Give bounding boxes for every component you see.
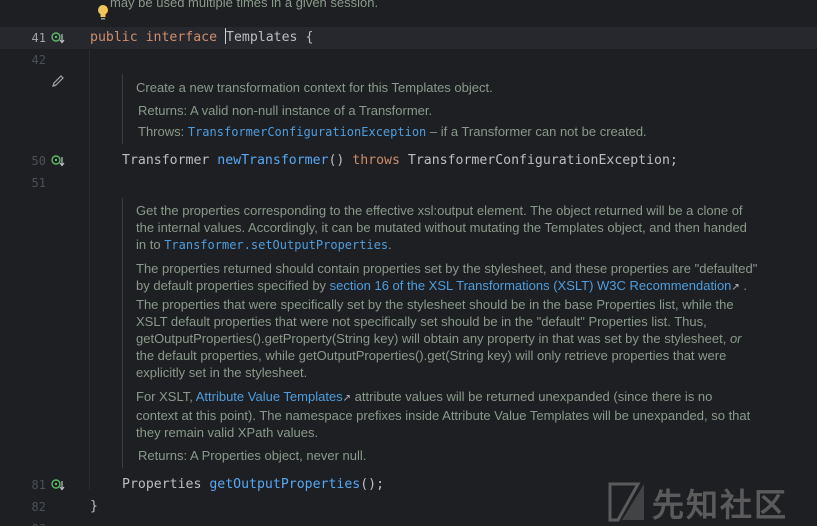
- code-line-50[interactable]: Transformer newTransformer() throws Tran…: [122, 150, 678, 172]
- returns-text: A Properties object, never null.: [190, 448, 367, 463]
- keyword-interface: interface: [145, 30, 218, 45]
- close-brace: }: [90, 499, 98, 514]
- watermark-text: 先知社区: [652, 486, 789, 524]
- line-number-83: 83: [0, 518, 46, 526]
- return-type[interactable]: Transformer: [122, 153, 209, 168]
- doc-text: .: [388, 237, 392, 252]
- returns-text: A valid non-null instance of a Transform…: [190, 103, 433, 118]
- method-name[interactable]: newTransformer: [217, 153, 328, 168]
- doc-paragraph-1: Get the properties corresponding to the …: [136, 202, 756, 254]
- throws-text: – if a Transformer can not be created.: [426, 124, 647, 139]
- doc-returns: Returns: A Properties object, never null…: [138, 447, 758, 464]
- code-line-82[interactable]: }: [90, 496, 98, 518]
- attribute-value-templates-link[interactable]: Attribute Value Templates: [196, 389, 343, 404]
- line-number-50: 50: [31, 154, 46, 168]
- doc-paragraph-2: The properties returned should contain p…: [136, 260, 758, 381]
- doc-text: For XSLT,: [136, 389, 196, 404]
- throws-tag: Throws:: [138, 124, 185, 139]
- xslt-spec-link[interactable]: section 16 of the XSL Transformations (X…: [330, 278, 732, 293]
- implementations-icon[interactable]: [51, 478, 65, 492]
- external-link-icon: ↗: [342, 393, 352, 404]
- doc-summary: Create a new transformation context for …: [136, 80, 493, 95]
- interface-name[interactable]: Templates: [226, 30, 297, 45]
- returns-tag: Returns:: [138, 103, 188, 118]
- code-line-41[interactable]: public interface Templates {: [90, 27, 313, 49]
- method-name[interactable]: getOutputProperties: [209, 477, 360, 492]
- external-link-icon: ↗: [731, 282, 740, 293]
- doc-comment-rendered[interactable]: [122, 198, 123, 468]
- implementations-icon[interactable]: [51, 154, 65, 168]
- exception-type[interactable]: TransformerConfigurationException;: [408, 153, 678, 168]
- keyword-throws: throws: [352, 153, 400, 168]
- set-output-properties-link[interactable]: Transformer.setOutputProperties: [164, 238, 388, 252]
- doc-fragment-top: may be used multiple times in a given se…: [110, 0, 379, 10]
- code-line-81[interactable]: Properties getOutputProperties();: [122, 474, 384, 496]
- exception-link[interactable]: TransformerConfigurationException: [188, 125, 426, 139]
- lightbulb-icon[interactable]: [97, 4, 109, 22]
- implementations-icon[interactable]: [51, 31, 65, 45]
- pencil-icon[interactable]: [51, 74, 65, 88]
- doc-paragraph-3: For XSLT, Attribute Value Templates↗ att…: [136, 388, 756, 441]
- doc-text-italic: or: [729, 331, 742, 346]
- parens: (): [328, 153, 345, 168]
- line-number-82: 82: [31, 500, 46, 514]
- code-editor[interactable]: may be used multiple times in a given se…: [0, 0, 817, 526]
- indent-guide: [89, 50, 90, 490]
- return-type[interactable]: Properties: [122, 477, 201, 492]
- line-number-81: 81: [31, 478, 46, 492]
- keyword-public: public: [90, 30, 138, 45]
- watermark: 先知社区: [608, 478, 808, 524]
- open-brace: {: [305, 30, 314, 45]
- doc-returns: Returns: A valid non-null instance of a …: [138, 102, 778, 119]
- doc-comment-rendered[interactable]: [122, 74, 123, 144]
- doc-throws: Throws: TransformerConfigurationExceptio…: [138, 123, 778, 141]
- returns-tag: Returns:: [138, 448, 188, 463]
- doc-text: the default properties, while getOutputP…: [136, 348, 727, 380]
- parens: ();: [360, 477, 385, 492]
- line-number-41: 41: [31, 31, 46, 45]
- watermark-logo-icon: [608, 482, 644, 522]
- line-number-42: 42: [31, 53, 46, 67]
- line-number-51: 51: [31, 176, 46, 190]
